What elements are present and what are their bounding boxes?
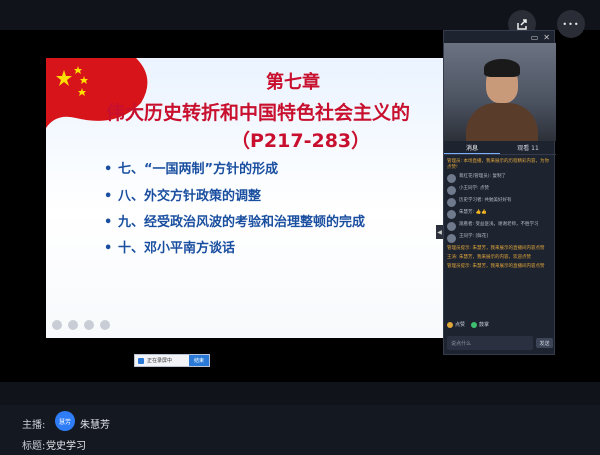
presenter-camera [444, 43, 556, 141]
panel-tabs: 消息 观看 11 [444, 141, 556, 155]
slide-pen-icon[interactable] [68, 320, 78, 330]
avatar[interactable] [447, 222, 456, 231]
reaction-bar: 点赞 鼓掌 [447, 321, 489, 328]
reaction-label: 鼓掌 [479, 322, 490, 328]
chat-message-text: 王同学: [鲜花] [459, 234, 488, 239]
panel-window-controls: ▭ ✕ [444, 31, 554, 43]
recording-label: 正在录屏中 [147, 358, 173, 364]
chat-message-text: 历史学习者: 共勉美好好有 [459, 198, 512, 203]
recording-icon [138, 357, 144, 364]
list-item: 王同学: [鲜花] [447, 234, 553, 243]
chat-message-text: 观看者: 受益匪浅，谢谢老师，不胜学习 [459, 222, 539, 227]
host-name: 朱慧芳 [80, 420, 110, 431]
tab-messages[interactable]: 消息 [444, 141, 500, 154]
chat-message-text: 小王同学: 点赞 [459, 186, 489, 191]
slide-subtitle: 伟大历史转折和中国特色社会主义的 [106, 102, 411, 124]
recording-indicator[interactable]: 正在录屏中 结束 [134, 354, 210, 367]
topic-name: 党史学习 [46, 441, 86, 452]
slide-zoom-icon[interactable] [84, 320, 94, 330]
avatar[interactable] [447, 198, 456, 207]
slide-bullet: • 七、“一国两制”方针的形成 [104, 162, 279, 177]
topic-label: 标题: [22, 441, 46, 452]
send-button[interactable]: 发送 [536, 338, 553, 348]
reaction-button[interactable]: 鼓掌 [471, 321, 489, 328]
list-item: 历史学习者: 共勉美好好有 [447, 198, 553, 207]
stop-recording-button[interactable]: 结束 [189, 355, 209, 366]
close-icon[interactable]: ✕ [543, 33, 550, 42]
avatar[interactable]: 慧芳 [55, 411, 75, 431]
tab-viewers[interactable]: 观看 11 [500, 141, 556, 154]
list-item: 管理员: 本场直播，我来展示的历程精彩内容，为你点赞! [447, 159, 553, 171]
list-item: 管理员提示: 朱慧芳，我来展示的直播间内容点赞 [447, 264, 553, 270]
list-item: 管理员提示: 朱慧芳，我来展示的直播间内容点赞 [447, 246, 553, 252]
more-dots-icon: ••• [562, 19, 580, 29]
chat-message-text: 管理员提示: 朱慧芳，我来展示的直播间内容点赞 [447, 264, 545, 269]
avatar[interactable] [447, 174, 456, 183]
chat-message-text: 朱慧芳: 👍👍 [459, 210, 487, 215]
slide-menu-icon[interactable] [100, 320, 110, 330]
slide-bullet: • 九、经受政治风波的考验和治理整顿的完成 [104, 215, 366, 230]
list-item: 蒋红花(管理员): 复制了 [447, 174, 553, 183]
host-label: 主播: [22, 420, 46, 431]
chat-message-text: 王涛: 朱慧芳，我来展示的内容，欢迎点赞 [447, 255, 531, 260]
list-item: 王涛: 朱慧芳，我来展示的内容，欢迎点赞 [447, 255, 553, 261]
reaction-icon [471, 321, 478, 328]
list-item: 观看者: 受益匪浅，谢谢老师，不胜学习 [447, 222, 553, 231]
slide-page-range: （P217-283） [231, 130, 371, 152]
reaction-button[interactable]: 点赞 [447, 321, 465, 328]
avatar[interactable] [447, 234, 456, 243]
reaction-icon [447, 321, 453, 328]
reaction-label: 点赞 [455, 322, 466, 328]
minimize-icon[interactable]: ▭ [531, 33, 539, 42]
list-item: 小王同学: 点赞 [447, 186, 553, 195]
chat-message-list: 管理员: 本场直播，我来展示的历程精彩内容，为你点赞! 蒋红花(管理员): 复制了… [447, 159, 553, 273]
slide-prev-icon[interactable] [52, 320, 62, 330]
collapse-panel-icon[interactable]: ◀ [436, 225, 443, 239]
slide-bullet: • 八、外交方针政策的调整 [104, 189, 262, 204]
slide-toolbar[interactable] [52, 320, 110, 330]
slide-bullet: • 十、邓小平南方谈话 [104, 241, 236, 256]
stream-info-bar: 主播: 慧芳 朱慧芳 标题: 党史学习 [0, 405, 600, 455]
live-stream-page: ••• 第七章 伟大历史转折和中国特色社会主义的 （P217-283） • 七、“… [0, 0, 600, 455]
more-options-button[interactable]: ••• [557, 10, 585, 38]
chat-input[interactable]: 说点什么 [447, 336, 533, 350]
avatar[interactable] [447, 210, 456, 219]
presentation-slide: 第七章 伟大历史转折和中国特色社会主义的 （P217-283） • 七、“一国两制… [46, 58, 446, 338]
slide-chapter-title: 第七章 [266, 72, 320, 93]
avatar[interactable] [447, 186, 456, 195]
list-item: 朱慧芳: 👍👍 [447, 210, 553, 219]
chat-message-text: 管理员提示: 朱慧芳，我来展示的直播间内容点赞 [447, 246, 545, 251]
chat-message-text: 蒋红花(管理员): 复制了 [459, 174, 506, 179]
meeting-side-panel: ▭ ✕ 消息 观看 11 管理员: 本场直播，我来展示的历程精彩内容，为你点赞!… [443, 30, 556, 355]
chat-message-text: 管理员: 本场直播，我来展示的历程精彩内容，为你点赞! [447, 159, 549, 170]
